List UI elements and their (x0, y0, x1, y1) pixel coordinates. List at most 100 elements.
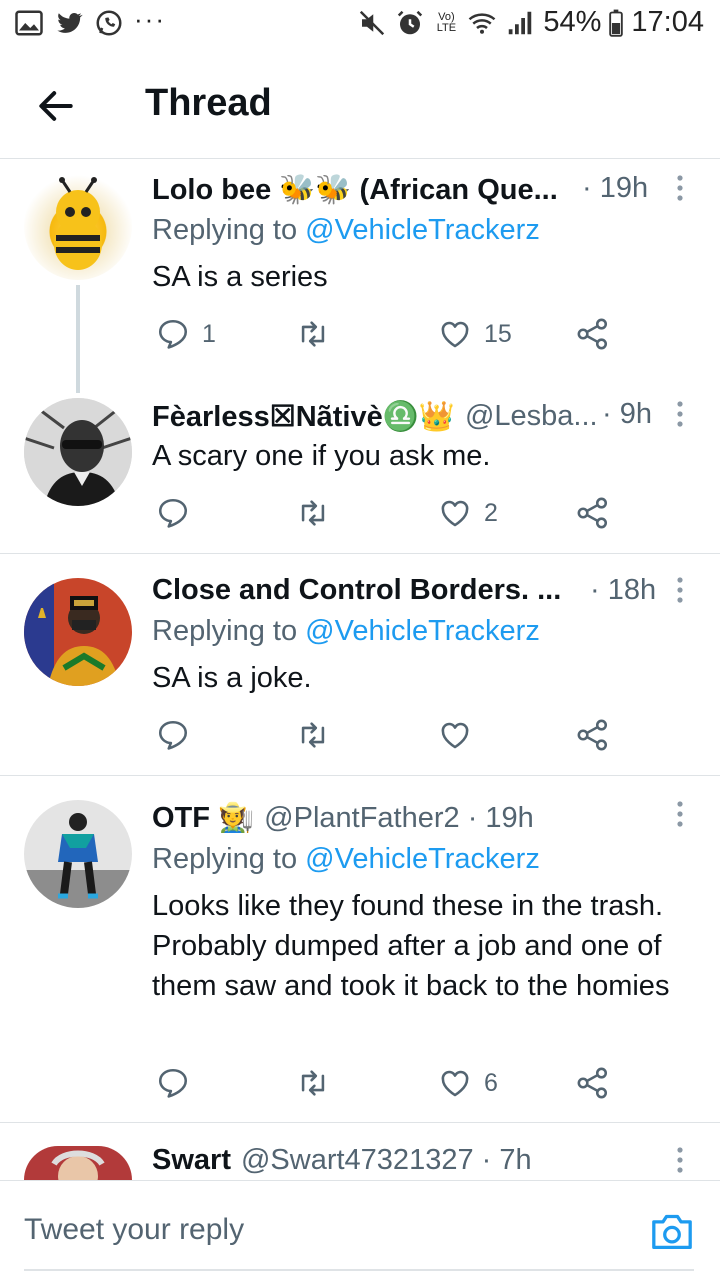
reply-icon (156, 317, 190, 351)
tweet-text: SA is a series (152, 261, 328, 293)
tweet-time: · 9h (602, 398, 652, 430)
composer-underline (24, 1269, 694, 1271)
mention-link[interactable]: @VehicleTrackerz (305, 214, 540, 246)
replying-to-prefix: Replying to (152, 843, 298, 875)
whatsapp-icon (96, 10, 122, 36)
thread-connector-line (76, 285, 80, 393)
reply-icon (156, 718, 190, 752)
author-name[interactable]: Close and Control Borders. ... (152, 574, 561, 607)
status-right: Vo) LTE 54% 17:04 (357, 6, 704, 39)
more-options-icon[interactable] (676, 1146, 684, 1174)
like-button[interactable]: 6 (438, 1063, 498, 1103)
more-options-icon[interactable] (676, 576, 684, 604)
like-icon (438, 718, 472, 752)
reply-icon (156, 1066, 190, 1100)
signal-icon (509, 11, 532, 34)
replying-to-prefix: Replying to (152, 214, 298, 246)
reply-button[interactable]: 1 (156, 314, 216, 354)
mention-link[interactable]: @VehicleTrackerz (305, 843, 540, 875)
battery-icon (609, 9, 624, 37)
more-options-icon[interactable] (676, 400, 684, 428)
share-button[interactable] (576, 493, 610, 533)
mention-link[interactable]: @VehicleTrackerz (305, 615, 540, 647)
share-button[interactable] (576, 314, 610, 354)
tweet-text: Looks like they found these in the trash… (152, 890, 670, 1002)
reply-button[interactable] (156, 1063, 202, 1103)
avatar[interactable] (24, 1146, 132, 1180)
author-handle[interactable]: @Lesba... (465, 400, 598, 433)
status-time: 17:04 (631, 6, 704, 38)
retweet-icon (296, 496, 330, 530)
reply-composer: Tweet your reply (0, 1180, 720, 1281)
tweet-text: SA is a joke. (152, 662, 312, 694)
like-count: 2 (484, 498, 498, 527)
like-icon (438, 496, 472, 530)
author-name[interactable]: Lolo bee 🐝🐝 (African Que... (152, 173, 558, 207)
like-icon (438, 317, 472, 351)
avatar[interactable] (24, 398, 132, 506)
replying-to: Replying to @VehicleTrackerz (152, 843, 540, 876)
retweet-button[interactable] (296, 314, 342, 354)
tweet-author[interactable]: OTF 🧑‍🌾 @PlantFather2 · 19h (152, 798, 534, 838)
like-button[interactable]: 15 (438, 314, 512, 354)
share-icon (576, 1066, 610, 1100)
author-name[interactable]: Swart (152, 1144, 231, 1177)
gallery-icon (15, 10, 43, 36)
tweet-divider (0, 553, 720, 554)
retweet-button[interactable] (296, 493, 342, 533)
share-icon (576, 317, 610, 351)
battery-percent: 54% (543, 6, 602, 38)
avatar[interactable] (24, 800, 132, 908)
author-handle[interactable]: @Swart47321327 · 7h (241, 1144, 532, 1177)
tweet-author[interactable]: Fèarless☒Nãtivè♎👑 @Lesba... (152, 396, 598, 436)
twitter-icon (57, 13, 83, 33)
share-icon (576, 496, 610, 530)
like-icon (438, 1066, 472, 1100)
tweet-actions (152, 715, 622, 755)
like-button[interactable] (438, 715, 484, 755)
alarm-icon (398, 10, 423, 34)
tweet-author[interactable]: Lolo bee 🐝🐝 (African Que... (152, 170, 558, 210)
retweet-button[interactable] (296, 715, 342, 755)
reply-button[interactable] (156, 493, 202, 533)
more-dots-icon: ··· (134, 3, 166, 34)
tweet-text: A scary one if you ask me. (152, 440, 491, 472)
like-count: 15 (484, 319, 512, 348)
status-left-icons: ··· (14, 4, 166, 38)
author-handle[interactable]: @PlantFather2 · 19h (264, 802, 534, 835)
thread-header: Thread (0, 50, 720, 159)
wifi-icon (469, 12, 496, 34)
volte-indicator: Vo) LTE (436, 10, 457, 34)
like-button[interactable]: 2 (438, 493, 498, 533)
avatar[interactable] (24, 578, 132, 686)
avatar[interactable] (24, 172, 132, 280)
mute-icon (360, 10, 385, 35)
tweet-actions: 1 15 (152, 314, 622, 354)
replying-to: Replying to @VehicleTrackerz (152, 615, 540, 648)
retweet-button[interactable] (296, 1063, 342, 1103)
tweet-time: · 18h (590, 574, 657, 606)
tweet-divider (0, 775, 720, 776)
tweet-author[interactable]: Close and Control Borders. ... (152, 570, 561, 610)
reply-input[interactable]: Tweet your reply (24, 1213, 244, 1247)
like-count: 6 (484, 1068, 498, 1097)
more-options-icon[interactable] (676, 174, 684, 202)
more-options-icon[interactable] (676, 800, 684, 828)
reply-button[interactable] (156, 715, 202, 755)
page-title: Thread (145, 82, 272, 124)
status-bar: ··· Vo) LTE 54% 17:04 (0, 0, 720, 50)
tweet-divider (0, 1122, 720, 1123)
tweet-actions: 2 (152, 493, 622, 533)
author-name[interactable]: Fèarless☒Nãtivè♎👑 (152, 399, 455, 434)
back-arrow-icon[interactable] (34, 84, 78, 128)
camera-icon[interactable] (650, 1211, 694, 1251)
share-button[interactable] (576, 1063, 610, 1103)
retweet-icon (296, 718, 330, 752)
tweet-time: · 19h (582, 172, 649, 204)
retweet-icon (296, 317, 330, 351)
share-icon (576, 718, 610, 752)
author-name[interactable]: OTF 🧑‍🌾 (152, 801, 254, 835)
share-button[interactable] (576, 715, 610, 755)
tweet-author[interactable]: Swart @Swart47321327 · 7h (152, 1140, 532, 1180)
replying-to-prefix: Replying to (152, 615, 298, 647)
